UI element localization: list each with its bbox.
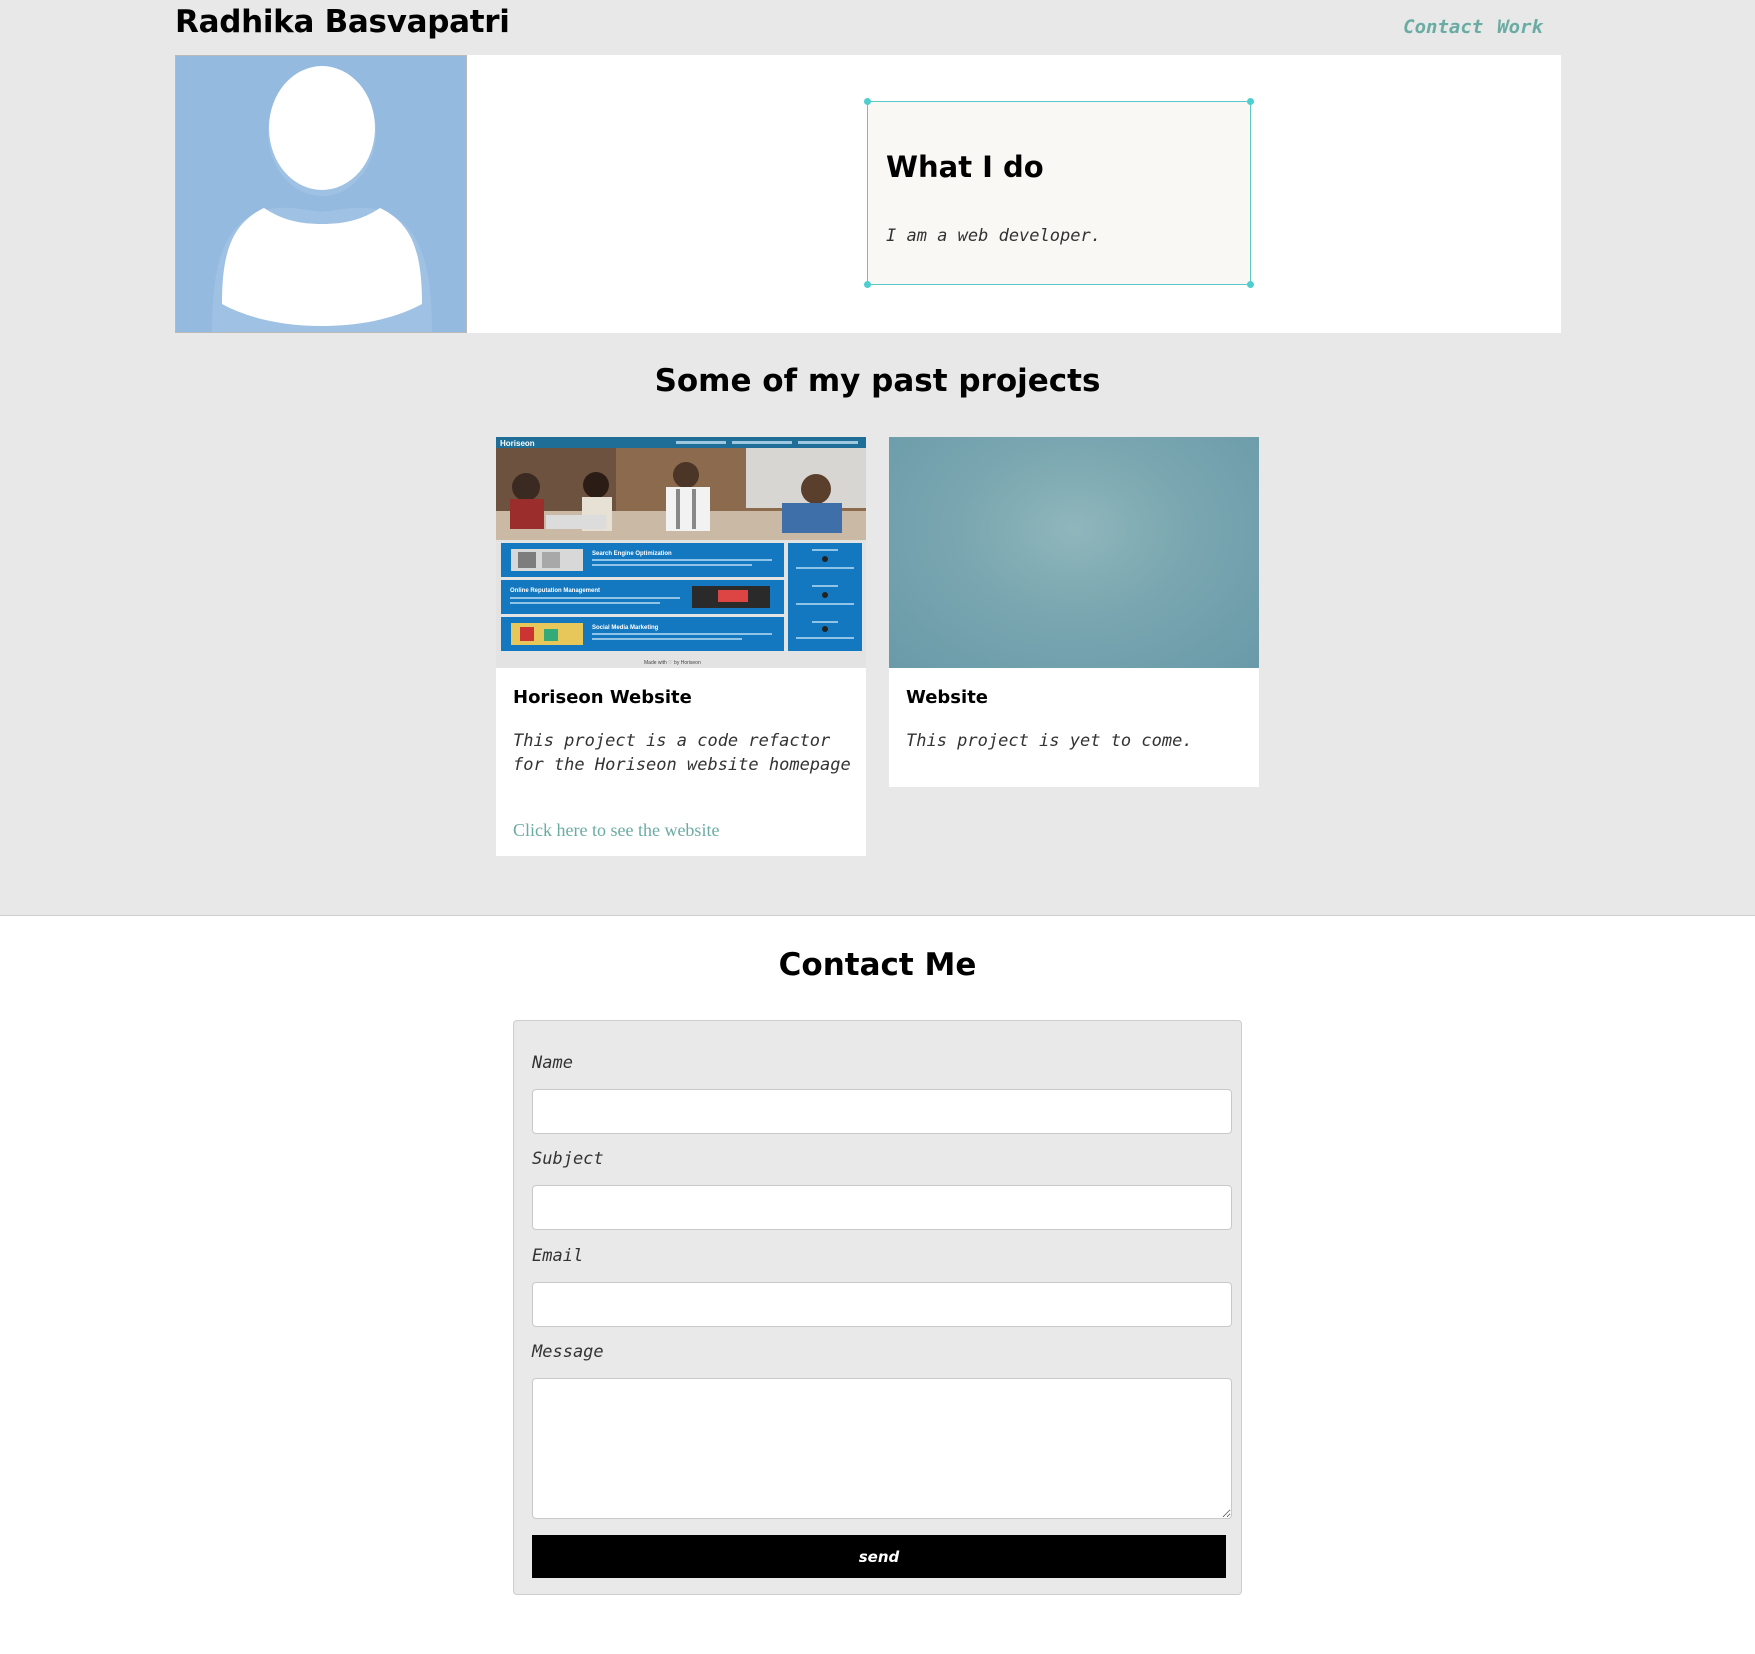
email-input[interactable] xyxy=(532,1282,1232,1327)
main-nav: Contact Work xyxy=(1403,16,1543,38)
thumb-header-text: Horiseon xyxy=(500,439,535,448)
email-label: Email xyxy=(532,1246,584,1266)
project-thumbnail-website xyxy=(889,437,1259,668)
project-description: This project is yet to come. xyxy=(906,731,1193,751)
message-textarea[interactable] xyxy=(532,1378,1232,1519)
project-link[interactable]: Click here to see the website xyxy=(513,820,719,841)
project-thumbnail-horiseon[interactable]: Horiseon Search Engine Optimization Onli… xyxy=(496,437,866,668)
thumb-footer-text: Made with ♡ by Horiseon xyxy=(644,660,701,666)
project-description: This project is a code refactor for the … xyxy=(513,731,851,775)
hero: What I do I am a web developer. xyxy=(175,55,1561,333)
project-title: Horiseon Website xyxy=(513,687,692,708)
selection-handle[interactable] xyxy=(1247,98,1254,105)
project-title: Website xyxy=(906,687,989,708)
what-i-do-title: What I do xyxy=(886,150,1044,184)
avatar xyxy=(175,55,467,333)
what-i-do-text: I am a web developer. xyxy=(886,226,1101,246)
thumb-section-1: Search Engine Optimization xyxy=(592,551,672,557)
header-band: Radhika Basvapatri Contact Work What I d… xyxy=(0,0,1755,334)
nav-link-work[interactable]: Work xyxy=(1497,16,1543,38)
project-card-website: Website This project is yet to come. xyxy=(889,437,1259,787)
contact-title: Contact Me xyxy=(778,947,977,983)
thumb-section-3: Social Media Marketing xyxy=(592,625,659,631)
horiseon-screenshot-image: Horiseon Search Engine Optimization Onli… xyxy=(496,437,866,668)
user-silhouette-icon xyxy=(212,66,432,332)
subject-input[interactable] xyxy=(532,1185,1232,1230)
subject-label: Subject xyxy=(532,1149,604,1169)
name-label: Name xyxy=(532,1053,573,1073)
send-button[interactable]: send xyxy=(532,1535,1226,1578)
selection-handle[interactable] xyxy=(1247,281,1254,288)
what-i-do-card: What I do I am a web developer. xyxy=(864,98,1254,288)
thumb-section-2: Online Reputation Management xyxy=(510,588,600,594)
project-card-horiseon: Horiseon Search Engine Optimization Onli… xyxy=(496,437,866,856)
projects-title: Some of my past projects xyxy=(654,363,1101,399)
nav-link-contact[interactable]: Contact xyxy=(1403,16,1483,38)
message-label: Message xyxy=(532,1342,604,1362)
selection-handle[interactable] xyxy=(864,98,871,105)
contact-form: Name Subject Email Message send xyxy=(513,1020,1242,1595)
site-title: Radhika Basvapatri xyxy=(175,4,510,40)
name-input[interactable] xyxy=(532,1089,1232,1134)
projects-section: Some of my past projects Horiseon Search… xyxy=(0,333,1755,916)
selection-handle[interactable] xyxy=(864,281,871,288)
